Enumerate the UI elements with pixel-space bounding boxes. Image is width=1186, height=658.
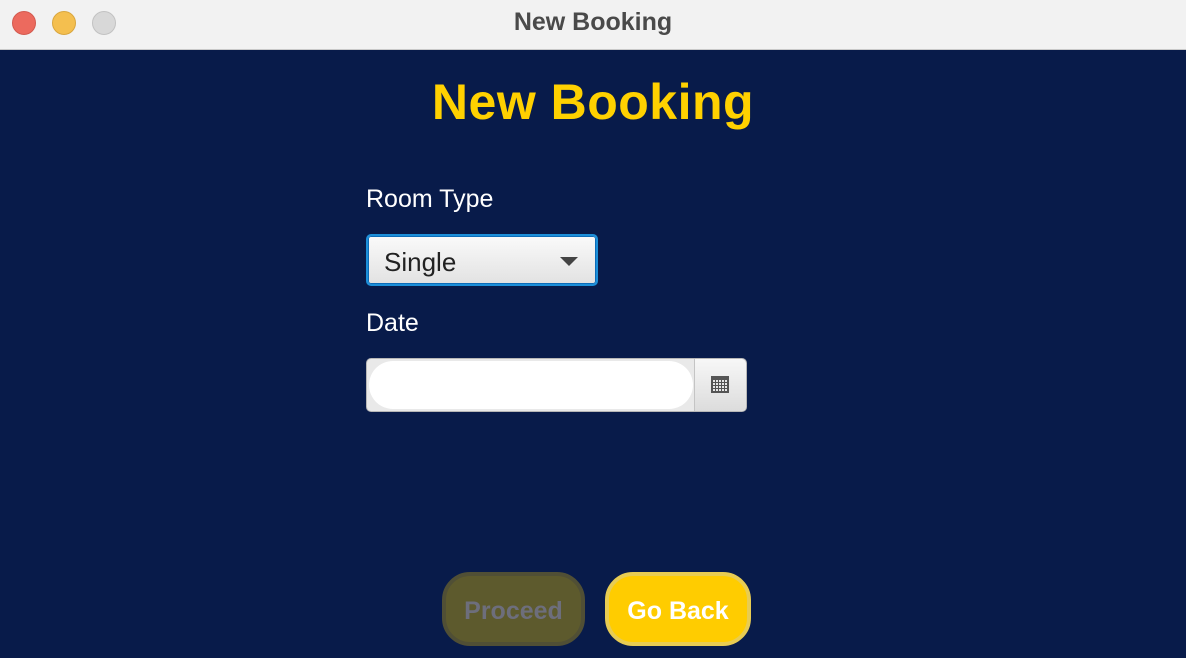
title-bar: New Booking — [0, 0, 1186, 50]
room-type-label: Room Type — [366, 185, 494, 213]
app-window: New Booking New Booking Room Type Single… — [0, 0, 1186, 658]
calendar-button[interactable] — [694, 359, 746, 411]
date-picker — [366, 358, 747, 412]
chevron-down-icon — [560, 257, 578, 266]
room-type-selected-value: Single — [384, 247, 457, 277]
calendar-icon — [711, 376, 729, 393]
date-input[interactable] — [369, 361, 693, 409]
window-title: New Booking — [513, 8, 673, 36]
go-back-button[interactable]: Go Back — [605, 572, 751, 646]
date-label: Date — [366, 309, 419, 337]
page-title: New Booking — [431, 74, 755, 130]
room-type-select[interactable]: Single — [366, 234, 598, 286]
proceed-button[interactable]: Proceed — [442, 572, 585, 646]
